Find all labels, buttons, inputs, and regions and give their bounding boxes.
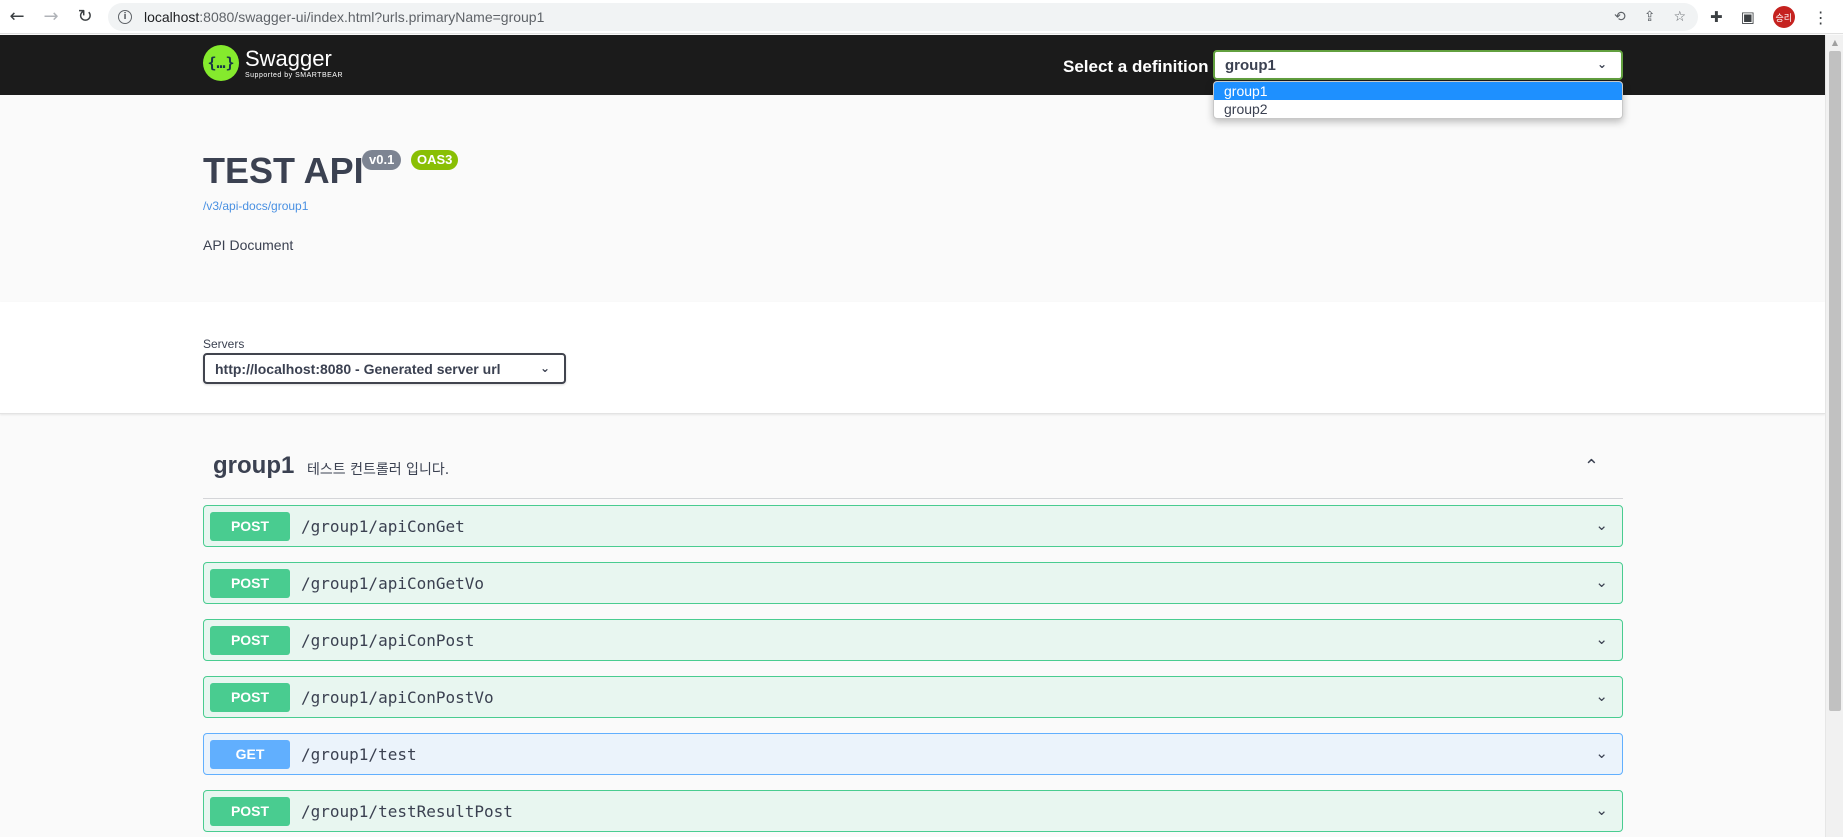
definition-option[interactable]: group2 [1214, 100, 1622, 118]
chevron-down-icon[interactable]: ⌄ [1595, 630, 1608, 648]
address-bar[interactable]: i localhost:8080/swagger-ui/index.html?u… [108, 3, 1698, 31]
chevron-up-icon[interactable]: ⌃ [1584, 456, 1599, 477]
chevron-down-icon[interactable]: ⌄ [1595, 573, 1608, 591]
method-badge: POST [210, 796, 290, 826]
operation-block[interactable]: POST /group1/apiConGetVo ⌄ [203, 562, 1623, 604]
operation-path: /group1/apiConGet [301, 516, 465, 536]
operation-block[interactable]: POST /group1/apiConPostVo ⌄ [203, 676, 1623, 718]
definition-dropdown-list: group1 group2 [1213, 81, 1623, 119]
chevron-down-icon: ⌄ [1596, 57, 1607, 71]
chevron-down-icon[interactable]: ⌄ [1595, 801, 1608, 819]
arrow-left-icon: ← [9, 6, 25, 27]
scrollbar-thumb[interactable] [1829, 51, 1841, 711]
page-title: TEST API [203, 150, 364, 191]
operation-path: /group1/testResultPost [301, 801, 513, 821]
definition-selected-value: group1 [1225, 56, 1276, 74]
operation-block[interactable]: GET /group1/test ⌄ [203, 733, 1623, 775]
operation-path: /group1/apiConPost [301, 630, 475, 650]
url-host: localhost [144, 9, 200, 25]
operation-path: /group1/apiConPostVo [301, 687, 494, 707]
definition-option[interactable]: group1 [1214, 82, 1622, 100]
swagger-logo[interactable]: {…} Swagger Supported by SMARTBEAR [203, 45, 343, 81]
menu-kebab-icon[interactable]: ⋮ [1813, 8, 1829, 27]
logo-title: Swagger [245, 45, 332, 71]
bookmark-star-icon[interactable]: ☆ [1673, 9, 1686, 25]
operation-path: /group1/test [301, 744, 417, 764]
method-badge: POST [210, 568, 290, 598]
arrow-right-icon: → [43, 6, 59, 27]
tag-name: group1 [213, 452, 295, 479]
operation-block[interactable]: POST /group1/apiConPost ⌄ [203, 619, 1623, 661]
reload-icon: ↻ [77, 6, 93, 27]
profile-avatar[interactable]: 승리 [1772, 6, 1795, 28]
servers-label: Servers [203, 337, 245, 351]
operation-block[interactable]: POST /group1/testResultPost ⌄ [203, 790, 1623, 832]
api-info: TEST API v0.1 OAS3 /v3/api-docs/group1 A… [0, 95, 1825, 302]
logo-subtitle: Supported by SMARTBEAR [245, 71, 344, 79]
tag-description: 테스트 컨트롤러 입니다. [307, 462, 450, 478]
browser-toolbar: ← → ↻ i localhost:8080/swagger-ui/index.… [0, 0, 1843, 34]
share-icon[interactable]: ⇪ [1644, 9, 1656, 25]
site-info-icon[interactable]: i [118, 10, 132, 24]
swagger-logo-icon: {…} [203, 45, 239, 81]
scroll-up-icon[interactable]: ▲ [1826, 35, 1843, 51]
version-badge: v0.1 [362, 150, 402, 170]
method-badge: POST [210, 682, 290, 712]
oas-badge: OAS3 [411, 150, 459, 170]
translate-icon[interactable]: ⟲ [1614, 9, 1626, 25]
side-panel-icon[interactable]: ▣ [1741, 8, 1755, 26]
forward-button[interactable]: → [34, 0, 68, 34]
url-path: :8080/swagger-ui/index.html?urls.primary… [199, 9, 545, 25]
server-select[interactable]: http://localhost:8080 - Generated server… [203, 353, 566, 384]
tag-header-group1[interactable]: group1 테스트 컨트롤러 입니다. ⌃ [203, 445, 1623, 499]
definition-label: Select a definition [1063, 57, 1209, 76]
method-badge: POST [210, 625, 290, 655]
chevron-down-icon[interactable]: ⌄ [1595, 744, 1608, 762]
page-scrollbar[interactable]: ▲ [1825, 35, 1843, 837]
url-text[interactable]: localhost:8080/swagger-ui/index.html?url… [144, 9, 544, 25]
back-button[interactable]: ← [0, 0, 34, 34]
chevron-down-icon[interactable]: ⌄ [1595, 516, 1608, 534]
extensions-icon[interactable]: ✚ [1710, 8, 1723, 26]
chevron-down-icon: ⌄ [539, 361, 550, 375]
reload-button[interactable]: ↻ [68, 0, 102, 34]
server-selected-value: http://localhost:8080 - Generated server… [215, 360, 501, 377]
definition-select[interactable]: group1 ⌄ [1213, 50, 1623, 80]
spec-url-link[interactable]: /v3/api-docs/group1 [203, 199, 308, 213]
servers-section: Servers http://localhost:8080 - Generate… [0, 302, 1825, 414]
api-description: API Document [203, 237, 294, 253]
chevron-down-icon[interactable]: ⌄ [1595, 687, 1608, 705]
operation-block[interactable]: POST /group1/apiConGet ⌄ [203, 505, 1623, 547]
operation-path: /group1/apiConGetVo [301, 573, 485, 593]
method-badge: GET [210, 739, 290, 769]
method-badge: POST [210, 511, 290, 541]
